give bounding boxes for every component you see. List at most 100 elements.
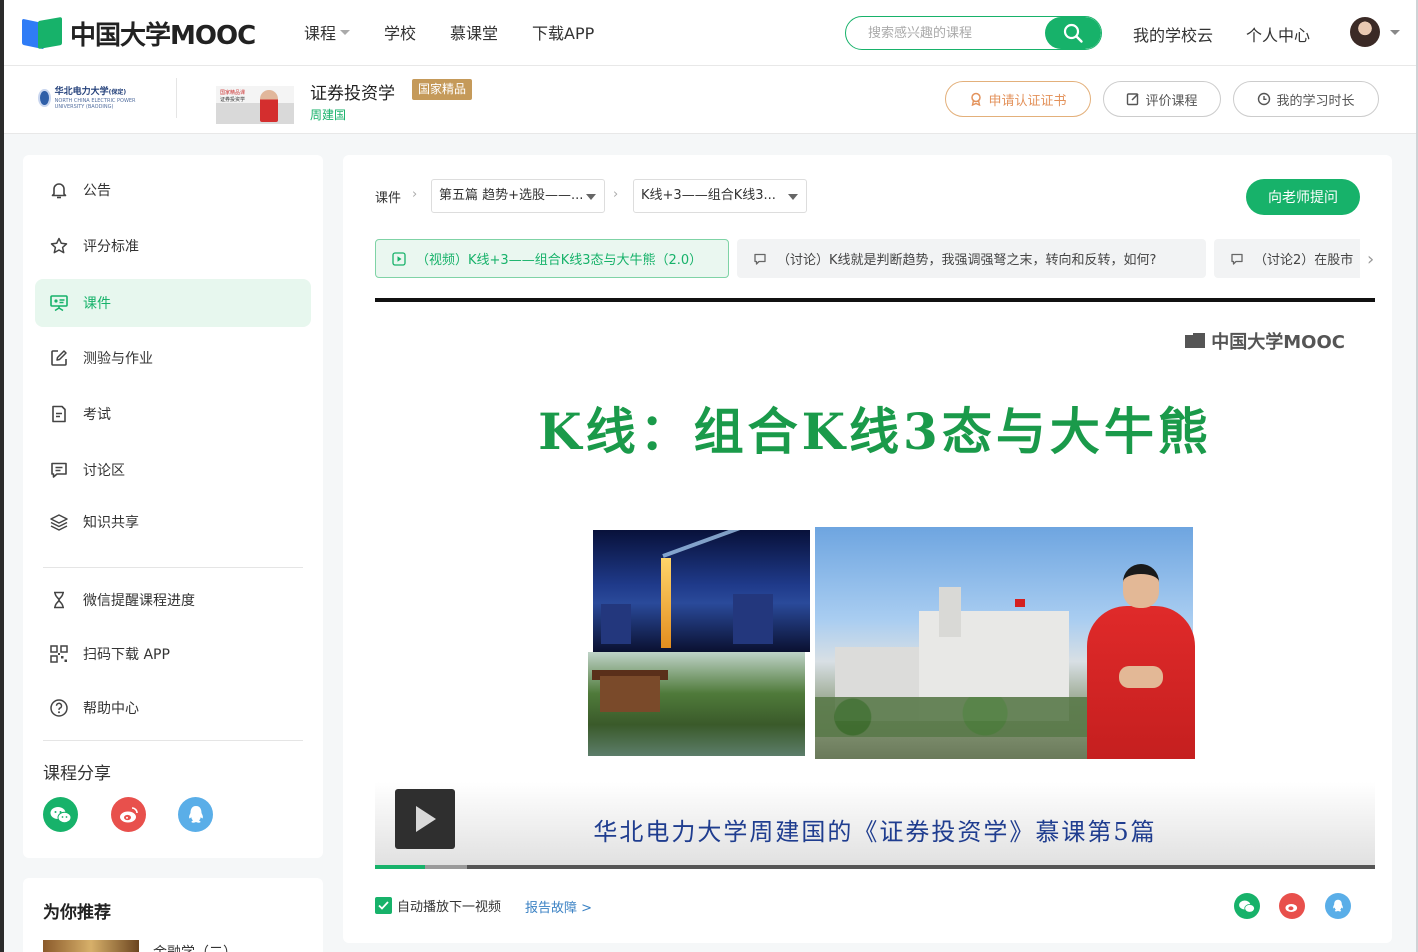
- nav-schools-label: 学校: [384, 24, 417, 43]
- chapter-select[interactable]: 第五篇 趋势+选股——...: [431, 179, 605, 213]
- sidebar-item-help-center[interactable]: 帮助中心: [35, 684, 311, 732]
- avatar[interactable]: [1350, 17, 1380, 47]
- checkbox-checked-icon[interactable]: [375, 897, 392, 914]
- chevron-down-icon: [788, 194, 798, 200]
- slide-title: K线：组合K线3态与大牛熊: [538, 402, 1212, 461]
- sidebar-item-label: 扫码下载 APP: [83, 647, 170, 663]
- slide-presenter: [1085, 564, 1197, 759]
- play-button[interactable]: [395, 789, 455, 849]
- chevron-down-icon[interactable]: [1390, 30, 1400, 35]
- nav-download-app[interactable]: 下载APP: [532, 20, 594, 44]
- wechat-icon: [1239, 900, 1255, 913]
- comment-icon: [753, 252, 767, 266]
- teacher-name[interactable]: 周建国: [310, 106, 346, 123]
- sidebar-item-download-app[interactable]: 扫码下载 APP: [35, 630, 311, 678]
- slide-photo-night-tower: [593, 530, 810, 652]
- slide-photo-park-pavilion: [588, 652, 805, 756]
- courseware-icon: [49, 293, 69, 313]
- lesson-select[interactable]: K线+3——组合K线3...: [633, 179, 807, 213]
- thumb-line-2: 证券投资学: [220, 97, 246, 103]
- main-nav: 课程 学校 慕课堂 下载APP: [304, 20, 628, 44]
- sidebar-item-knowledge-share[interactable]: 知识共享: [35, 498, 311, 546]
- bell-icon: [49, 180, 69, 200]
- ask-teacher-button[interactable]: 向老师提问: [1246, 179, 1360, 215]
- rate-course-button[interactable]: 评价课程: [1103, 81, 1221, 117]
- logo-text: 中国大学MOOC: [70, 21, 256, 51]
- search-input[interactable]: [868, 17, 1058, 49]
- sidebar-item-exam[interactable]: 考试: [35, 390, 311, 438]
- footer-share-weibo-button[interactable]: [1279, 893, 1305, 919]
- footer-share-qq-button[interactable]: [1325, 893, 1351, 919]
- sidebar-item-label: 讨论区: [83, 463, 125, 479]
- sidebar-item-quiz-homework[interactable]: 测验与作业: [35, 334, 311, 382]
- tabs-next-arrow-icon[interactable]: ›: [1367, 249, 1374, 270]
- layers-icon: [49, 512, 69, 532]
- study-time-button[interactable]: 我的学习时长: [1233, 81, 1379, 117]
- sidebar-item-label: 知识共享: [83, 515, 139, 531]
- award-icon: [971, 92, 982, 106]
- sidebar-divider: [43, 740, 303, 741]
- nav-courses-label: 课程: [304, 24, 337, 43]
- qq-icon: [1333, 899, 1343, 912]
- course-thumbnail: 国家精品课 证券投资学: [216, 86, 294, 124]
- mooc-logo-icon: [22, 16, 64, 51]
- school-logo[interactable]: 华北电力大学(保定) NORTH CHINA ELECTRIC POWER UN…: [38, 86, 142, 110]
- recommend-thumbnail[interactable]: [43, 940, 139, 952]
- nav-mooc-classroom[interactable]: 慕课堂: [450, 20, 498, 44]
- sidebar-item-announcement[interactable]: 公告: [35, 166, 311, 214]
- unit-tab-label: （讨论2）在股市: [1254, 253, 1354, 268]
- school-cloud-link[interactable]: 我的学校云: [1133, 22, 1213, 46]
- video-player[interactable]: 中国大学MOOC K线：组合K线3态与大牛熊 华北电力大学周建国的《证券投资学》…: [375, 298, 1375, 869]
- school-logo-text: 华北电力大学(保定) NORTH CHINA ELECTRIC POWER UN…: [55, 87, 142, 110]
- sidebar-item-discussion[interactable]: 讨论区: [35, 446, 311, 494]
- video-progress-bar[interactable]: [375, 865, 1375, 869]
- unit-tab-video[interactable]: （视频）K线+3——组合K线3态与大牛熊（2.0）: [375, 239, 729, 278]
- school-seal-icon: [38, 89, 51, 107]
- recommend-course-name[interactable]: 金融学（二）: [153, 942, 237, 952]
- play-icon: [392, 251, 406, 266]
- top-navigation: 中国大学MOOC 课程 学校 慕课堂 下载APP 我的学校云 个人中心: [4, 0, 1416, 66]
- study-time-label: 我的学习时长: [1276, 93, 1355, 109]
- watermark-text: 中国大学MOOC: [1211, 332, 1345, 353]
- chevron-down-icon: [586, 194, 596, 200]
- mooc-logo-icon: [1185, 332, 1207, 350]
- edit-icon: [1127, 93, 1140, 106]
- footer-share-wechat-button[interactable]: [1234, 893, 1260, 919]
- share-weibo-button[interactable]: [111, 797, 146, 832]
- weibo-icon: [1285, 903, 1298, 912]
- unit-tab-label: （讨论）K线就是判断趋势，我强调强弩之末，转向和反转，如何?: [777, 253, 1157, 268]
- unit-tab-discussion-1[interactable]: （讨论）K线就是判断趋势，我强调强弩之末，转向和反转，如何?: [737, 239, 1206, 278]
- autoplay-toggle[interactable]: 自动播放下一视频: [375, 896, 501, 915]
- breadcrumb-root: 课件: [375, 191, 402, 206]
- nav-download-app-label: 下载APP: [532, 24, 595, 43]
- weibo-icon: [119, 806, 138, 822]
- sidebar-item-label: 帮助中心: [83, 701, 139, 717]
- recommend-title: 为你推荐: [43, 903, 111, 923]
- star-icon: [49, 236, 69, 256]
- personal-center-link[interactable]: 个人中心: [1246, 22, 1310, 46]
- sidebar-divider: [43, 567, 303, 568]
- edit-icon: [49, 348, 69, 368]
- search-button[interactable]: [1045, 17, 1101, 49]
- unit-tab-discussion-2[interactable]: （讨论2）在股市: [1214, 239, 1360, 278]
- nav-courses[interactable]: 课程: [304, 20, 351, 44]
- chapter-select-value: 第五篇 趋势+选股——...: [439, 188, 584, 203]
- sidebar-item-grading[interactable]: 评分标准: [35, 222, 311, 270]
- sidebar-item-wechat-reminder[interactable]: 微信提醒课程进度: [35, 576, 311, 624]
- course-sidebar: 公告 评分标准 课件 测验与作业 考试 讨论区 知识共享 微信提醒课程进度 扫码…: [23, 155, 323, 858]
- autoplay-label: 自动播放下一视频: [397, 900, 502, 915]
- site-logo[interactable]: 中国大学MOOC: [22, 15, 256, 52]
- share-qq-button[interactable]: [178, 797, 213, 832]
- apply-certificate-button[interactable]: 申请认证证书: [945, 81, 1091, 117]
- share-wechat-button[interactable]: [43, 797, 78, 832]
- course-header: 华北电力大学(保定) NORTH CHINA ELECTRIC POWER UN…: [4, 66, 1416, 134]
- recommend-card: 为你推荐 金融学（二）: [23, 878, 323, 952]
- school-english-name: NORTH CHINA ELECTRIC POWER UNIVERSITY (B…: [54, 97, 136, 110]
- nav-schools[interactable]: 学校: [384, 20, 416, 44]
- sidebar-item-label: 评分标准: [83, 239, 139, 255]
- sidebar-item-courseware[interactable]: 课件: [35, 279, 311, 327]
- apply-certificate-label: 申请认证证书: [988, 93, 1067, 109]
- report-issue-link[interactable]: 报告故障 >: [525, 897, 592, 916]
- national-quality-badge: 国家精品: [412, 79, 473, 100]
- sidebar-item-label: 课件: [83, 296, 111, 312]
